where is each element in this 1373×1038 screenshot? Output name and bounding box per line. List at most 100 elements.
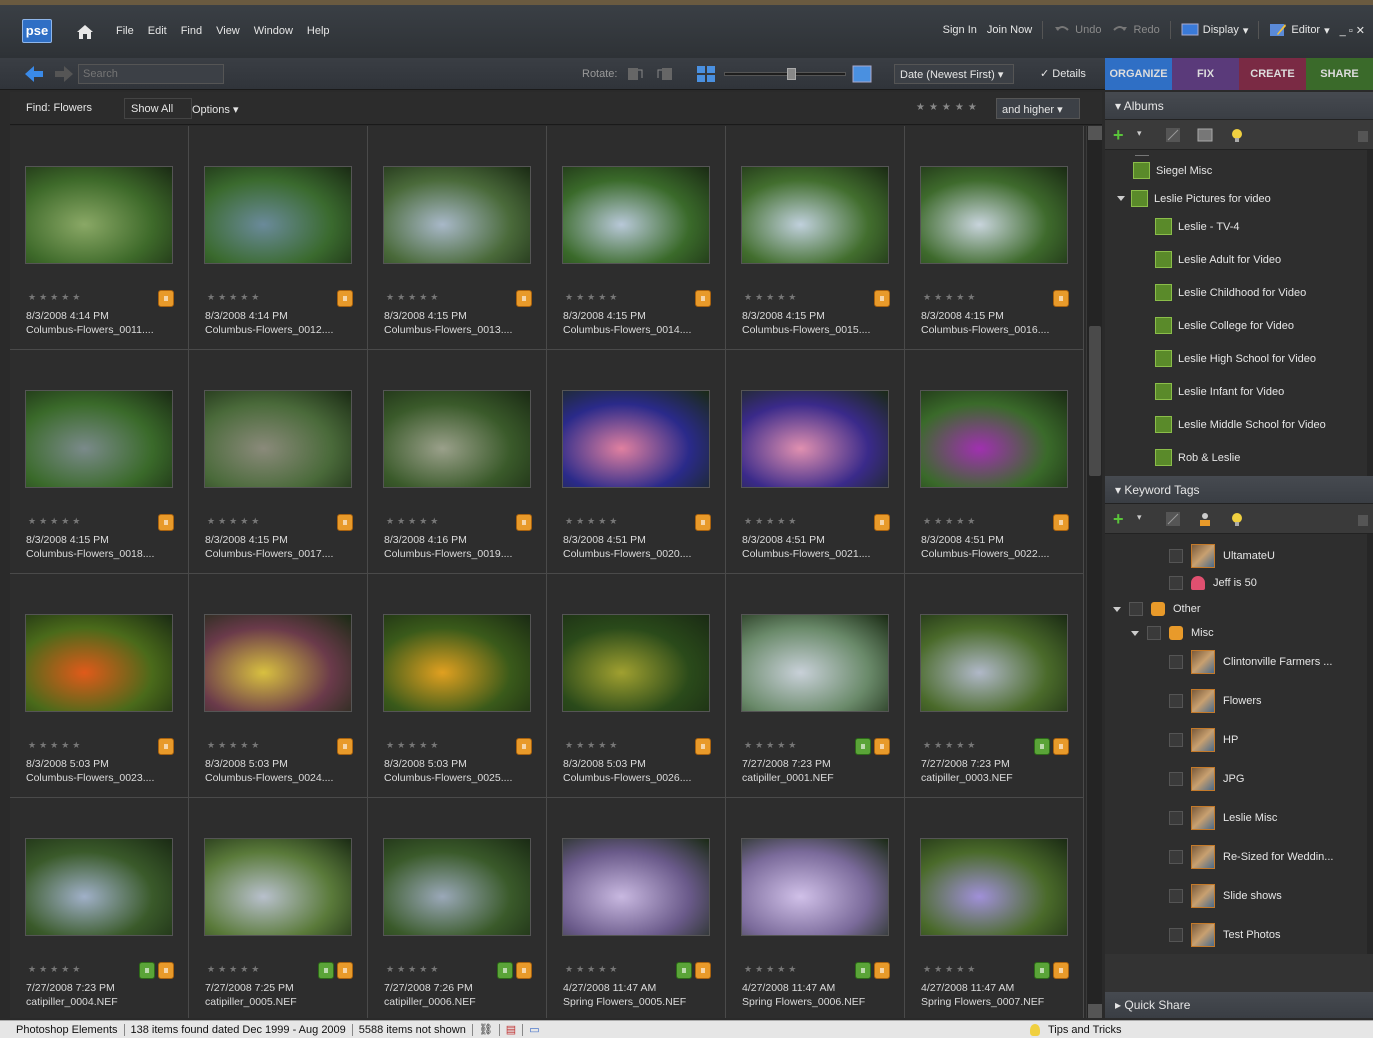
- album-tag-icon[interactable]: [1034, 962, 1050, 979]
- photo-cell[interactable]: ★★★★★ 8/3/2008 4:15 PM Columbus-Flowers_00…: [726, 126, 905, 350]
- keyword-tag-item[interactable]: UltamateU: [1169, 544, 1275, 568]
- rating-stars[interactable]: ★★★★★: [386, 964, 441, 975]
- join-now-link[interactable]: Join Now: [987, 24, 1032, 36]
- home-icon[interactable]: [76, 23, 94, 41]
- editor-menu[interactable]: Editor ▾: [1269, 22, 1330, 38]
- show-all-button[interactable]: Show All: [124, 98, 192, 119]
- edit-album-icon[interactable]: [1165, 127, 1181, 143]
- keyword-tag-icon[interactable]: [874, 514, 890, 531]
- photo-thumbnail[interactable]: [741, 390, 889, 488]
- keyword-checkbox[interactable]: [1169, 733, 1183, 747]
- scroll-down-button[interactable]: [1088, 1004, 1102, 1018]
- slider-handle[interactable]: [786, 68, 796, 80]
- grid-scrollbar[interactable]: [1086, 126, 1102, 1018]
- tab-create[interactable]: CREATE: [1239, 58, 1306, 90]
- rating-stars[interactable]: ★★★★★: [923, 740, 978, 751]
- tips-and-tricks[interactable]: Tips and Tricks: [1030, 1024, 1122, 1036]
- rating-stars[interactable]: ★★★★★: [565, 516, 620, 527]
- edit-tag-icon[interactable]: [1165, 511, 1181, 527]
- photo-cell[interactable]: ★★★★★ 8/3/2008 5:03 PM Columbus-Flowers_00…: [189, 574, 368, 798]
- keyword-tag-icon[interactable]: [874, 962, 890, 979]
- photo-cell[interactable]: ★★★★★ 4/27/2008 11:47 AM Spring Flowers_00…: [726, 798, 905, 1018]
- photo-thumbnail[interactable]: [204, 390, 352, 488]
- keyword-tag-icon[interactable]: [695, 962, 711, 979]
- keyword-tag-icon[interactable]: [1053, 514, 1069, 531]
- thumbnail-size-slider[interactable]: [724, 68, 846, 80]
- keyword-tag-icon[interactable]: [516, 738, 532, 755]
- photo-cell[interactable]: ★★★★★ 8/3/2008 4:15 PM Columbus-Flowers_00…: [10, 350, 189, 574]
- photo-cell[interactable]: ★★★★★ 8/3/2008 4:51 PM Columbus-Flowers_00…: [726, 350, 905, 574]
- rating-stars[interactable]: ★★★★★: [386, 292, 441, 303]
- photo-thumbnail[interactable]: [383, 838, 531, 936]
- keyword-checkbox[interactable]: [1169, 772, 1183, 786]
- keyword-checkbox[interactable]: [1169, 694, 1183, 708]
- photo-thumbnail[interactable]: [25, 838, 173, 936]
- lightbulb-icon[interactable]: [1229, 127, 1245, 143]
- photo-cell[interactable]: ★★★★★ 7/27/2008 7:23 PM catipiller_0004.NE…: [10, 798, 189, 1018]
- photo-thumbnail[interactable]: [383, 614, 531, 712]
- expand-toggle[interactable]: [1117, 196, 1125, 201]
- search-input[interactable]: [78, 64, 224, 84]
- keyword-tag-icon[interactable]: [337, 738, 353, 755]
- albums-header[interactable]: ▾ Albums: [1105, 92, 1373, 120]
- photo-cell[interactable]: ★★★★★ 8/3/2008 5:03 PM Columbus-Flowers_00…: [368, 574, 547, 798]
- photo-thumbnail[interactable]: [25, 166, 173, 264]
- keyword-tag-icon[interactable]: [695, 290, 711, 307]
- album-item[interactable]: Leslie Pictures for video: [1117, 190, 1271, 207]
- keyword-tag-icon[interactable]: [874, 738, 890, 755]
- sort-order-dropdown[interactable]: Date (Newest First) ▾: [894, 64, 1014, 84]
- details-checkbox[interactable]: ✓ Details: [1040, 67, 1086, 80]
- rating-stars[interactable]: ★★★★★: [28, 964, 83, 975]
- photo-thumbnail[interactable]: [920, 838, 1068, 936]
- photo-thumbnail[interactable]: [204, 614, 352, 712]
- tab-share[interactable]: SHARE: [1306, 58, 1373, 90]
- album-item[interactable]: Leslie College for Video: [1155, 317, 1294, 334]
- rating-stars[interactable]: ★★★★★: [923, 516, 978, 527]
- chevron-down-icon[interactable]: ▾: [1137, 512, 1153, 528]
- keyword-tag-icon[interactable]: [516, 962, 532, 979]
- album-tag-icon[interactable]: [676, 962, 692, 979]
- rating-stars[interactable]: ★★★★★: [565, 964, 620, 975]
- keyword-tag-item[interactable]: JPG: [1169, 767, 1244, 791]
- keyword-tag-icon[interactable]: [516, 290, 532, 307]
- link-icon[interactable]: ⛓: [479, 1023, 493, 1036]
- redo-button[interactable]: Redo: [1111, 22, 1160, 38]
- menu-view[interactable]: View: [216, 25, 240, 37]
- photo-cell[interactable]: ★★★★★ 8/3/2008 4:14 PM Columbus-Flowers_00…: [10, 126, 189, 350]
- menu-help[interactable]: Help: [307, 25, 330, 37]
- album-tag-icon[interactable]: [318, 962, 334, 979]
- album-item[interactable]: Leslie Infant for Video: [1155, 383, 1284, 400]
- expand-toggle[interactable]: [1113, 606, 1121, 612]
- photo-thumbnail[interactable]: [383, 390, 531, 488]
- photo-thumbnail[interactable]: [204, 166, 352, 264]
- tab-fix[interactable]: FIX: [1172, 58, 1239, 90]
- keyword-tag-item[interactable]: Leslie Misc: [1169, 806, 1277, 830]
- scroll-up-button[interactable]: [1088, 126, 1102, 140]
- photo-thumbnail[interactable]: [562, 390, 710, 488]
- keyword-tag-icon[interactable]: [158, 514, 174, 531]
- photo-thumbnail[interactable]: [741, 838, 889, 936]
- album-tag-icon[interactable]: [855, 962, 871, 979]
- keyword-tags-header[interactable]: ▾ Keyword Tags: [1105, 476, 1373, 504]
- display-menu[interactable]: Display ▾: [1181, 22, 1248, 38]
- keyword-checkbox[interactable]: [1169, 811, 1183, 825]
- rating-stars[interactable]: ★★★★★: [28, 740, 83, 751]
- photo-thumbnail[interactable]: [741, 614, 889, 712]
- rotate-right-icon[interactable]: [656, 66, 674, 82]
- keyword-tag-icon[interactable]: [874, 290, 890, 307]
- lightbulb-icon[interactable]: [1229, 511, 1245, 527]
- keyword-checkbox[interactable]: [1169, 655, 1183, 669]
- trash-icon[interactable]: [1355, 511, 1371, 527]
- photo-thumbnail[interactable]: [562, 614, 710, 712]
- photo-cell[interactable]: ★★★★★ 8/3/2008 4:15 PM Columbus-Flowers_00…: [368, 126, 547, 350]
- album-item[interactable]: Rob & Leslie: [1155, 449, 1240, 466]
- rating-stars[interactable]: ★★★★★: [386, 740, 441, 751]
- album-tag-icon[interactable]: [1034, 738, 1050, 755]
- album-item[interactable]: Leslie Childhood for Video: [1155, 284, 1306, 301]
- rating-stars[interactable]: ★★★★★: [207, 516, 262, 527]
- rating-stars[interactable]: ★★★★★: [744, 516, 799, 527]
- single-photo-view-icon[interactable]: [852, 65, 872, 83]
- menu-file[interactable]: File: [116, 25, 134, 37]
- photo-cell[interactable]: ★★★★★ 8/3/2008 4:15 PM Columbus-Flowers_00…: [547, 126, 726, 350]
- menu-edit[interactable]: Edit: [148, 25, 167, 37]
